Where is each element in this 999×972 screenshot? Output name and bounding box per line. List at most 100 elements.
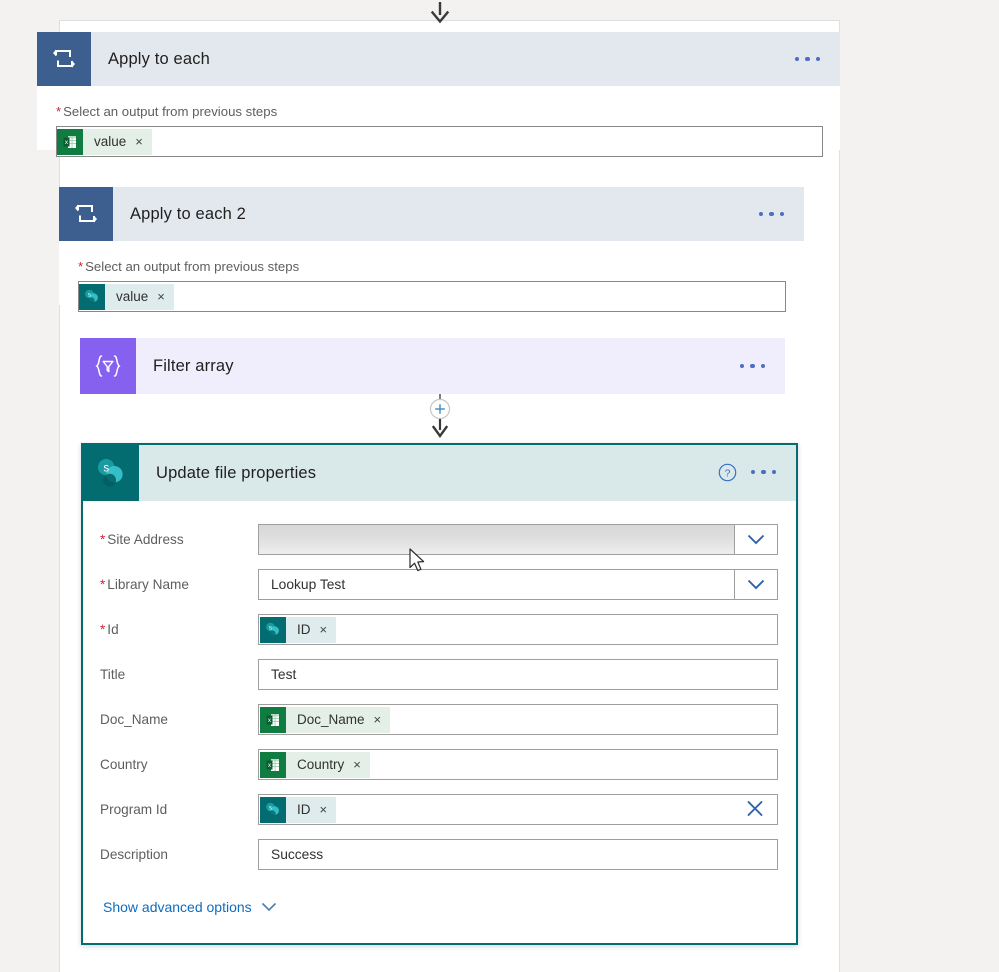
token-remove-icon[interactable]: ×: [157, 290, 165, 303]
description-input[interactable]: Success: [258, 839, 778, 870]
card-actions-filter-array: [738, 338, 786, 394]
token-body: value ×: [83, 128, 152, 155]
token-doc-name-excel[interactable]: x Doc_Name ×: [260, 706, 391, 733]
card-header-apply-to-each[interactable]: Apply to each: [37, 32, 840, 86]
more-menu-button-filter-array[interactable]: [738, 358, 768, 375]
loop-icon: [59, 187, 113, 241]
chevron-down-icon[interactable]: [734, 524, 778, 555]
title-input[interactable]: Test: [258, 659, 778, 690]
card-title-apply-to-each-2: Apply to each 2: [130, 204, 246, 223]
token-remove-icon[interactable]: ×: [320, 623, 328, 636]
token-program-id-sharepoint[interactable]: s ID ×: [260, 796, 337, 823]
label-doc-name: Doc_Name: [100, 712, 168, 727]
filter-braces-icon: [80, 338, 136, 394]
doc-name-input[interactable]: x Doc_Name ×: [258, 704, 778, 735]
field-label-select-output-1: * Select an output from previous steps: [56, 104, 278, 119]
library-name-value: Lookup Test: [271, 577, 346, 592]
token-label: Doc_Name: [297, 712, 365, 727]
sharepoint-icon: s: [83, 445, 139, 501]
required-asterisk: *: [100, 577, 106, 592]
field-label-select-output-2: * Select an output from previous steps: [78, 259, 300, 274]
chevron-down-icon: [261, 899, 277, 915]
more-menu-button-apply-to-each[interactable]: [793, 51, 823, 68]
token-remove-icon[interactable]: ×: [353, 758, 361, 771]
token-body: ID ×: [286, 616, 337, 643]
chevron-down-icon[interactable]: [734, 569, 778, 600]
card-title-apply-to-each: Apply to each: [108, 49, 210, 68]
svg-text:s: s: [269, 625, 272, 631]
token-label: value: [116, 289, 149, 304]
svg-text:s: s: [269, 805, 272, 811]
show-advanced-options-label: Show advanced options: [103, 899, 252, 915]
select-output-picker-1[interactable]: x value ×: [56, 126, 823, 157]
token-remove-icon[interactable]: ×: [374, 713, 382, 726]
token-body: ID ×: [286, 796, 337, 823]
svg-text:?: ?: [724, 467, 730, 479]
card-header-filter-array[interactable]: Filter array: [80, 338, 785, 394]
arrow-down-icon: [424, 2, 456, 24]
label-library-name: * Library Name: [100, 577, 189, 592]
card-actions-apply-to-each-2: [757, 187, 805, 241]
card-filter-array[interactable]: Filter array: [80, 338, 785, 394]
card-update-file-properties[interactable]: s Update file properties ? * Site Addres…: [81, 443, 798, 945]
excel-icon: x: [57, 128, 83, 155]
show-advanced-options-button[interactable]: Show advanced options: [103, 899, 277, 943]
id-input[interactable]: s ID ×: [258, 614, 778, 645]
token-body: Doc_Name ×: [286, 706, 391, 733]
insert-step-connector[interactable]: [424, 394, 456, 442]
svg-text:s: s: [88, 292, 91, 298]
card-actions-update-file-properties: ?: [718, 445, 797, 499]
site-address-dropdown[interactable]: [258, 524, 778, 555]
form-row-description: Description Success: [99, 832, 778, 877]
form-row-id: * Id s ID ×: [99, 607, 778, 652]
label-title: Title: [100, 667, 126, 682]
token-label: value: [94, 134, 127, 149]
program-id-input[interactable]: s ID ×: [258, 794, 778, 825]
label-site-address: * Site Address: [100, 532, 184, 547]
label-program-id: Program Id: [100, 802, 168, 817]
token-id-sharepoint[interactable]: s ID ×: [260, 616, 337, 643]
title-value: Test: [271, 667, 297, 682]
form-row-country: Country x Country ×: [99, 742, 778, 787]
token-remove-icon[interactable]: ×: [135, 135, 143, 148]
library-name-dropdown[interactable]: Lookup Test: [258, 569, 778, 600]
required-asterisk: *: [56, 104, 62, 119]
token-remove-icon[interactable]: ×: [320, 803, 328, 816]
sharepoint-icon: s: [260, 796, 286, 823]
card-header-update-file-properties[interactable]: s Update file properties ?: [83, 445, 796, 501]
site-address-redacted-value: [259, 525, 734, 554]
sharepoint-icon: s: [260, 616, 286, 643]
token-value-excel[interactable]: x value ×: [57, 128, 152, 155]
form-row-title: Title Test: [99, 652, 778, 697]
loop-icon: [37, 32, 91, 86]
label-id: * Id: [100, 622, 119, 637]
form-row-library-name: * Library Name Lookup Test: [99, 562, 778, 607]
required-asterisk: *: [100, 532, 106, 547]
token-value-sharepoint[interactable]: s value ×: [79, 283, 174, 310]
token-label: ID: [297, 622, 311, 637]
more-menu-button-update-file-properties[interactable]: [749, 464, 779, 481]
country-input[interactable]: x Country ×: [258, 749, 778, 780]
sharepoint-icon: s: [79, 283, 105, 310]
excel-icon: x: [260, 706, 286, 733]
token-label: ID: [297, 802, 311, 817]
token-body: value ×: [105, 283, 174, 310]
token-body: Country ×: [286, 751, 370, 778]
more-menu-button-apply-to-each-2[interactable]: [757, 206, 787, 223]
flow-canvas: Apply to each * Select an output from pre…: [0, 0, 999, 972]
card-header-apply-to-each-2[interactable]: Apply to each 2: [59, 187, 804, 241]
card-title-update-file-properties: Update file properties: [156, 463, 317, 482]
update-file-properties-form: * Site Address * Library Name Lookup Tes…: [83, 501, 796, 943]
label-description: Description: [100, 847, 168, 862]
token-label: Country: [297, 757, 345, 772]
clear-x-icon[interactable]: [745, 798, 765, 821]
token-country-excel[interactable]: x Country ×: [260, 751, 370, 778]
label-country: Country: [100, 757, 148, 772]
form-row-site-address: * Site Address: [99, 517, 778, 562]
required-asterisk: *: [100, 622, 106, 637]
help-icon[interactable]: ?: [718, 463, 737, 482]
description-value: Success: [271, 847, 324, 862]
card-apply-to-each-2[interactable]: Apply to each 2 * Select an output from p…: [59, 187, 804, 312]
select-output-picker-2[interactable]: s value ×: [78, 281, 786, 312]
card-apply-to-each[interactable]: Apply to each * Select an output from pre…: [37, 32, 840, 157]
